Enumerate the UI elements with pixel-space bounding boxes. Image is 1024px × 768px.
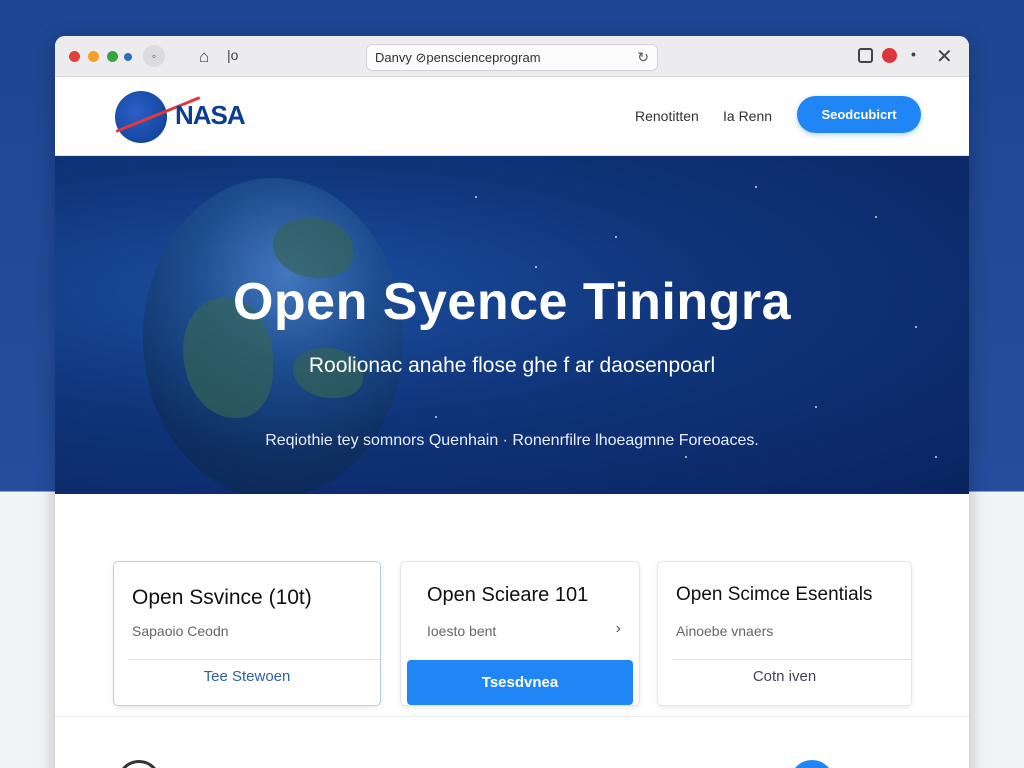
home-icon[interactable]: ⌂ [199, 47, 209, 67]
close-window-button[interactable] [69, 51, 80, 62]
course-card[interactable]: Open Scimce Esentials Ainoebe vnaers Cot… [657, 561, 912, 706]
course-card-subtitle: Ioesto bent [427, 623, 497, 639]
address-bar[interactable]: Danvy ⊘penscienceprogram ↻ [366, 44, 658, 71]
nasa-logo-icon[interactable] [115, 91, 167, 143]
star [935, 456, 937, 458]
chevron-right-icon[interactable]: › [616, 620, 621, 638]
star [685, 456, 687, 458]
logo-text[interactable]: NASA [175, 100, 246, 131]
course-card-action-button[interactable]: Tee Stewoen [114, 668, 380, 685]
course-card-title: Open Scimce Esentials [676, 584, 873, 605]
star [815, 406, 817, 408]
minimize-window-button[interactable] [88, 51, 99, 62]
site-header: NASA Renotitten Ia Renn Seodcubicrt [55, 77, 969, 156]
browser-toolbar: ◦ ⌂ |o Danvy ⊘penscienceprogram ↻ • ✕ [55, 36, 969, 77]
course-card[interactable]: Open Ssvince (10t) Sapaoio Ceodn Tee Ste… [113, 561, 381, 706]
address-bar-text: Danvy ⊘penscienceprogram [375, 50, 541, 65]
hero-tagline: Reqiothie tey somnors Quenhain · Ronenrf… [265, 432, 759, 449]
star [435, 416, 437, 418]
course-card-subtitle: Sapaoio Ceodn [132, 623, 229, 639]
course-card-subtitle: Ainoebe vnaers [676, 623, 774, 639]
star [755, 186, 757, 188]
nav-link-2[interactable]: Ia Renn [723, 108, 772, 124]
shield-icon[interactable] [858, 48, 873, 63]
course-card-title: Open Scieare 101 [427, 584, 589, 606]
course-card-action-button[interactable]: Tsesdvnea [407, 660, 633, 705]
divider [128, 659, 380, 660]
globe-landmass [273, 218, 353, 278]
course-card[interactable]: Open Scieare 101 Ioesto bent › Tsesdvnea [400, 561, 640, 706]
profile-icon[interactable] [882, 48, 897, 63]
course-card-title: Open Ssvince (10t) [132, 586, 312, 609]
nav-link-1[interactable]: Renotitten [635, 108, 699, 124]
browser-window: ◦ ⌂ |o Danvy ⊘penscienceprogram ↻ • ✕ NA… [55, 36, 969, 768]
star [875, 216, 877, 218]
star [535, 266, 537, 268]
close-icon[interactable]: ✕ [936, 44, 953, 69]
divider [672, 659, 911, 660]
window-indicator [124, 53, 132, 61]
hero-subtitle: Roolionac anahe flose ghe f ar daosenpoa… [308, 354, 716, 377]
star [475, 196, 477, 198]
header-cta-button[interactable]: Seodcubicrt [797, 96, 921, 133]
tab-separator: |o [227, 47, 239, 63]
course-card-action-button[interactable]: Cotn iven [658, 668, 911, 685]
extensions-icon[interactable]: ◦ [143, 45, 165, 67]
next-section [55, 716, 969, 768]
reload-icon[interactable]: ↻ [637, 49, 649, 66]
hero-banner: Open Syence Tiningra Roolionac anahe flo… [55, 156, 969, 494]
menu-icon[interactable]: • [911, 46, 916, 62]
maximize-window-button[interactable] [107, 51, 118, 62]
hero-title: Open Syence Tiningra [232, 273, 792, 331]
star [615, 236, 617, 238]
